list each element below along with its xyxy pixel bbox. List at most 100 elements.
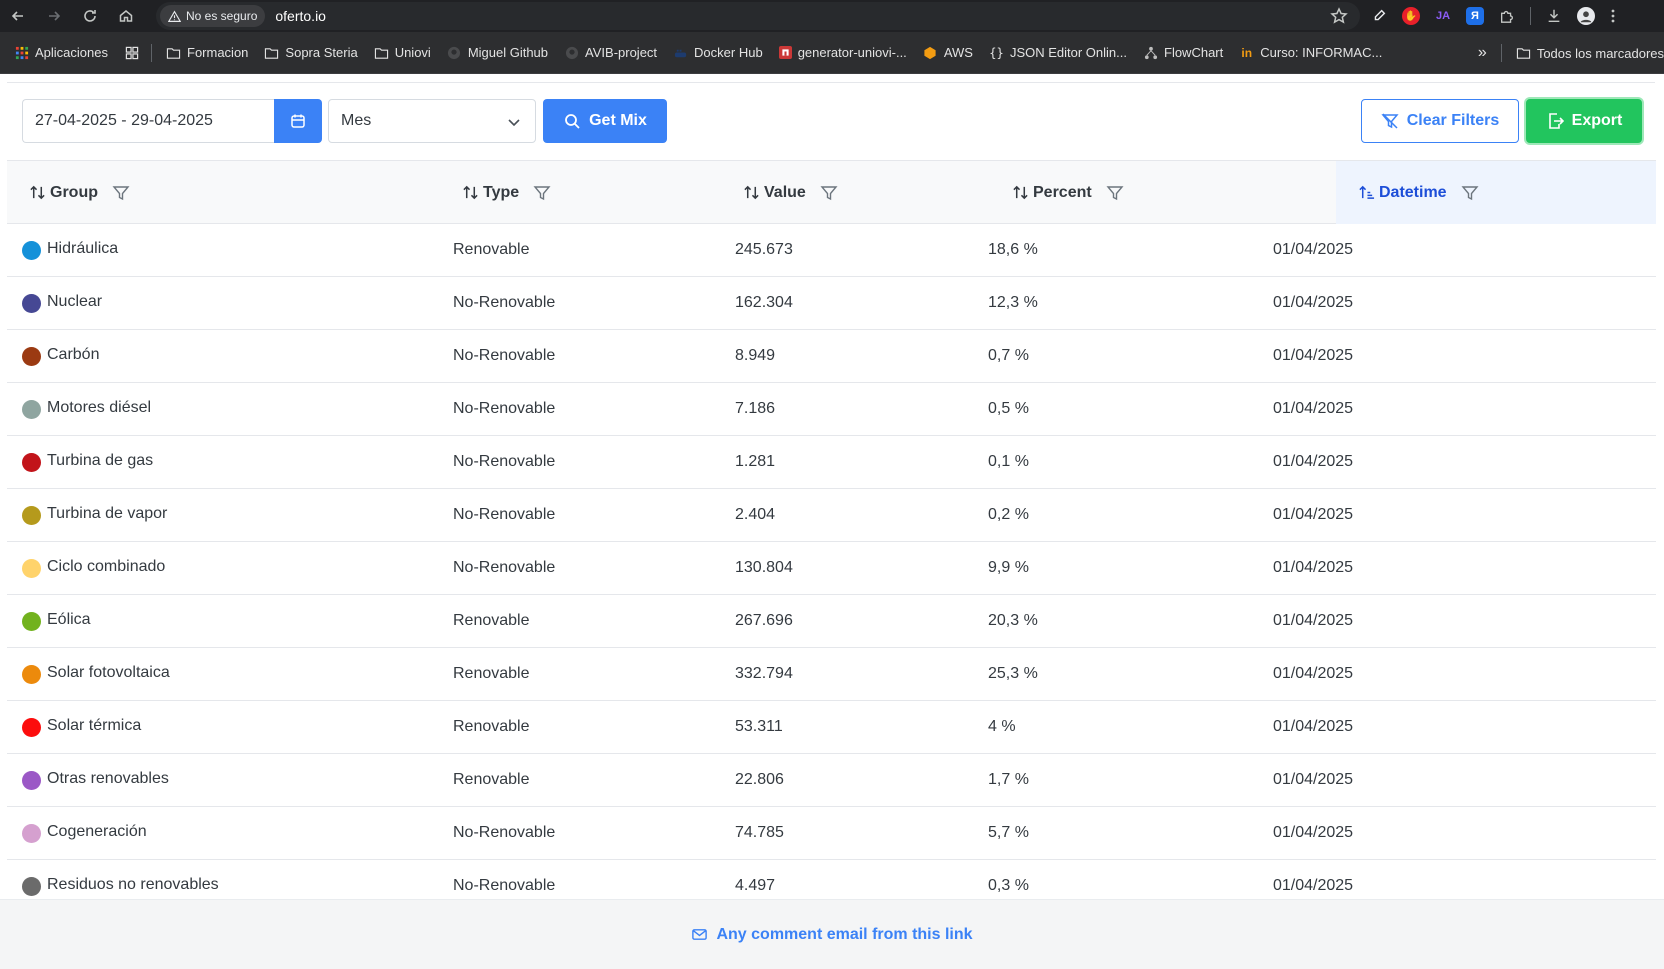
group-color-dot	[22, 293, 41, 313]
calendar-icon	[291, 114, 305, 128]
filter-icon[interactable]	[1106, 184, 1124, 202]
table-row[interactable]: Turbina de vapor No-Renovable 2.404 0,2 % 01…	[7, 489, 1656, 542]
group-color-dot	[22, 876, 41, 896]
bookmark-star-icon[interactable]	[1330, 7, 1348, 25]
column-header-type[interactable]: Type	[462, 161, 742, 224]
cell-datetime: 01/04/2025	[1273, 347, 1354, 364]
braces-icon: {}	[989, 45, 1004, 60]
home-button[interactable]	[108, 0, 144, 32]
bookmark-generator-uniovi[interactable]: generator-uniovi-...	[778, 45, 907, 60]
table-row[interactable]: Turbina de gas No-Renovable 1.281 0,1 % 01/0…	[7, 436, 1656, 489]
bookmark-label: JSON Editor Onlin...	[1009, 45, 1127, 60]
bookmark-tab-groups[interactable]	[124, 45, 139, 60]
table-row[interactable]: Cogeneración No-Renovable 74.785 5,7 % 01/04…	[7, 807, 1656, 860]
table-row[interactable]: Nuclear No-Renovable 162.304 12,3 % 01/04/20…	[7, 277, 1656, 330]
kebab-menu-icon[interactable]	[1609, 7, 1617, 25]
security-label: No es seguro	[186, 9, 258, 23]
period-select-value: Mes	[341, 112, 372, 129]
table-row[interactable]: Carbón No-Renovable 8.949 0,7 % 01/04/2025	[7, 330, 1656, 383]
folder-icon	[374, 45, 389, 60]
table-row[interactable]: Solar fotovoltaica Renovable 332.794 25,3 %…	[7, 648, 1656, 701]
address-bar[interactable]: No es seguro oferto.io	[156, 2, 1360, 30]
table-row[interactable]: Ciclo combinado No-Renovable 130.804 9,9 % 0…	[7, 542, 1656, 595]
cell-type: No-Renovable	[453, 400, 556, 417]
download-icon[interactable]	[1545, 7, 1563, 25]
cell-value: 2.404	[735, 506, 776, 523]
bookmarks-bar: Aplicaciones Formacion Sopra Steria Unio…	[0, 32, 1664, 74]
back-button[interactable]	[0, 0, 36, 32]
bookmarks-right: » Todos los marcadores	[1478, 32, 1664, 74]
bookmark-label: generator-uniovi-...	[797, 45, 907, 60]
cell-group: Solar fotovoltaica	[22, 648, 170, 700]
filter-icon[interactable]	[1461, 184, 1479, 202]
reload-button[interactable]	[72, 0, 108, 32]
export-button[interactable]: Export	[1524, 97, 1644, 145]
comment-email-link[interactable]: Any comment email from this link	[691, 925, 973, 944]
filter-icon[interactable]	[533, 184, 551, 202]
translate-extension-icon[interactable]: Я	[1466, 7, 1484, 25]
profile-avatar[interactable]	[1577, 7, 1595, 25]
column-header-datetime[interactable]: Datetime	[1336, 161, 1656, 224]
bookmark-curso-informac[interactable]: in Curso: INFORMAC...	[1239, 45, 1382, 60]
cell-percent: 0,2 %	[988, 506, 1029, 523]
cell-value: 267.696	[735, 612, 793, 629]
column-header-group[interactable]: Group	[29, 161, 459, 224]
filter-slash-icon	[1381, 113, 1399, 129]
eyedropper-icon[interactable]	[1370, 7, 1388, 25]
bookmark-formacion[interactable]: Formacion	[166, 45, 248, 60]
bookmark-sopra-steria[interactable]: Sopra Steria	[264, 45, 358, 60]
bookmark-uniovi[interactable]: Uniovi	[374, 45, 431, 60]
search-icon	[565, 114, 580, 129]
ja-extension-icon[interactable]: JA	[1434, 7, 1452, 25]
column-header-percent[interactable]: Percent	[1012, 161, 1292, 224]
cell-group: Turbina de gas	[22, 436, 153, 488]
table-row[interactable]: Solar térmica Renovable 53.311 4 % 01/04/202…	[7, 701, 1656, 754]
all-bookmarks-folder[interactable]: Todos los marcadores	[1516, 46, 1664, 61]
security-chip[interactable]: No es seguro	[160, 5, 266, 27]
url-text[interactable]: oferto.io	[275, 8, 326, 24]
group-color-dot	[22, 558, 41, 578]
group-color-dot	[22, 452, 41, 472]
group-color-dot	[22, 823, 41, 843]
bookmark-apps[interactable]: Aplicaciones	[14, 45, 108, 60]
table-row[interactable]: Hidráulica Renovable 245.673 18,6 % 01/04/20…	[7, 224, 1656, 277]
cell-value: 8.949	[735, 347, 776, 364]
cell-group: Solar térmica	[22, 701, 141, 753]
table-row[interactable]: Motores diésel No-Renovable 7.186 0,5 % 01/0…	[7, 383, 1656, 436]
adblock-icon[interactable]: ✋	[1402, 7, 1420, 25]
cell-datetime: 01/04/2025	[1273, 506, 1354, 523]
cell-datetime: 01/04/2025	[1273, 718, 1354, 735]
column-label: Type	[483, 183, 520, 201]
calendar-button[interactable]	[274, 99, 322, 143]
get-mix-button[interactable]: Get Mix	[543, 99, 667, 143]
forward-button[interactable]	[36, 0, 72, 32]
period-select[interactable]: Mes	[328, 99, 536, 143]
comment-email-label: Any comment email from this link	[716, 925, 973, 943]
table-row[interactable]: Otras renovables Renovable 22.806 1,7 % 01/0…	[7, 754, 1656, 807]
bookmark-json-editor[interactable]: {} JSON Editor Onlin...	[989, 45, 1127, 60]
bookmarks-overflow-button[interactable]: »	[1478, 44, 1487, 62]
bookmark-avib-project[interactable]: AVIB-project	[564, 45, 657, 60]
filter-icon[interactable]	[820, 184, 838, 202]
cell-datetime: 01/04/2025	[1273, 559, 1354, 576]
date-range-input[interactable]: 27-04-2025 - 29-04-2025	[22, 99, 274, 143]
bookmark-aws[interactable]: AWS	[923, 45, 973, 60]
clear-filters-button[interactable]: Clear Filters	[1361, 99, 1519, 143]
filter-icon[interactable]	[112, 184, 130, 202]
column-label: Percent	[1033, 183, 1092, 201]
puzzle-extensions-icon[interactable]	[1498, 7, 1516, 25]
cell-group: Ciclo combinado	[22, 542, 165, 594]
bookmark-miguel-github[interactable]: Miguel Github	[447, 45, 548, 60]
cell-percent: 18,6 %	[988, 241, 1038, 258]
bookmark-docker-hub[interactable]: Docker Hub	[673, 45, 763, 60]
group-color-dot	[22, 346, 41, 366]
table-row[interactable]: Eólica Renovable 267.696 20,3 % 01/04/2025	[7, 595, 1656, 648]
cell-percent: 9,9 %	[988, 559, 1029, 576]
bookmark-flowchart[interactable]: FlowChart	[1143, 45, 1223, 60]
aws-icon	[923, 45, 938, 60]
bookmark-separator	[1500, 44, 1502, 62]
column-header-value[interactable]: Value	[743, 161, 1003, 224]
github-icon	[564, 45, 579, 60]
cell-value: 245.673	[735, 241, 793, 258]
bookmark-label: AVIB-project	[585, 45, 658, 60]
